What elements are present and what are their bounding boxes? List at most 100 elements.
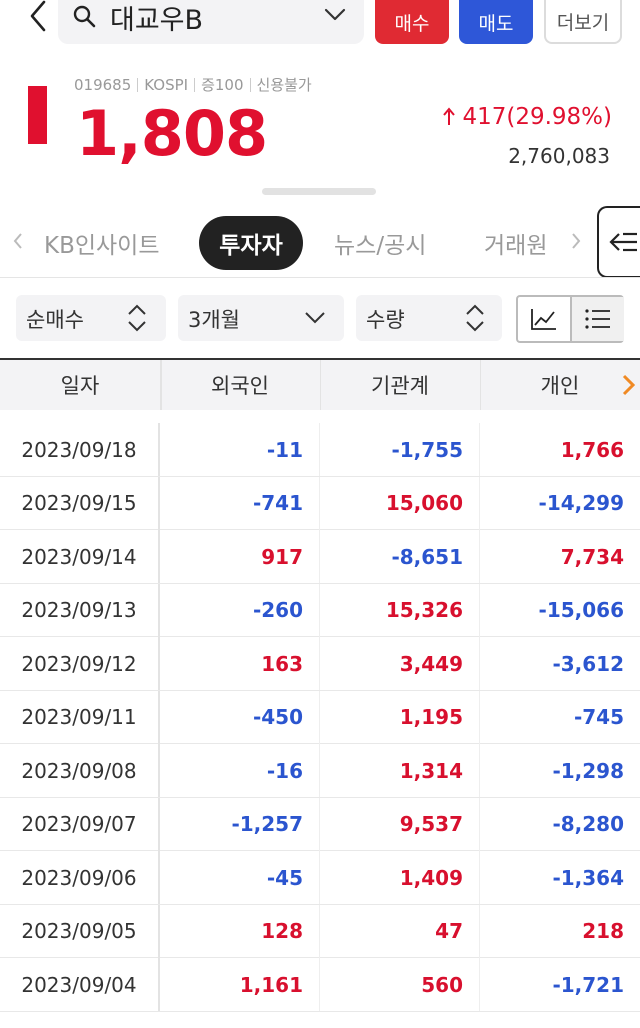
table-header: 일자 외국인 기관계 개인 xyxy=(0,360,640,410)
cell-date: 2023/09/11 xyxy=(0,690,160,744)
period-select[interactable]: 3개월 xyxy=(178,295,344,341)
table-row[interactable]: 2023/09/05 128 47 218 xyxy=(0,904,640,958)
cell-date: 2023/09/12 xyxy=(0,637,160,690)
list-view-button[interactable] xyxy=(570,297,624,341)
price-change-value: 417(29.98%) xyxy=(462,104,612,130)
chevron-right-icon[interactable] xyxy=(620,374,636,396)
sell-button[interactable]: 매도 xyxy=(459,0,533,44)
table-row[interactable]: 2023/09/04 1,161 560 -1,721 xyxy=(0,958,640,1012)
drag-handle[interactable] xyxy=(262,188,376,195)
cell-individual: 218 xyxy=(582,919,624,943)
cell-date: 2023/09/08 xyxy=(0,744,160,797)
chevron-left-small-icon[interactable] xyxy=(12,232,24,250)
search-icon xyxy=(73,5,96,28)
table-row[interactable]: 2023/09/06 -45 1,409 -1,364 xyxy=(0,851,640,905)
stock-code: 019685 xyxy=(74,75,132,94)
cell-date: 2023/09/15 xyxy=(0,476,160,530)
type-select[interactable]: 순매수 xyxy=(16,295,166,341)
table-row[interactable]: 2023/09/13 -260 15,326 -15,066 xyxy=(0,583,640,637)
stock-market: KOSPI xyxy=(144,75,189,94)
cell-foreign: -45 xyxy=(160,851,320,904)
divider xyxy=(0,277,640,278)
col-foreign: 외국인 xyxy=(160,360,321,410)
cell-foreign: -260 xyxy=(160,583,320,637)
collapse-menu-icon xyxy=(609,232,637,252)
stock-name: 대교우B xyxy=(110,5,204,36)
cell-date: 2023/09/06 xyxy=(0,851,160,904)
cell-institution: 1,195 xyxy=(320,690,480,744)
price-change: 417(29.98%) xyxy=(442,104,612,130)
cell-institution: 560 xyxy=(320,958,480,1011)
back-button[interactable] xyxy=(24,0,54,32)
tab-bar: KB인사이트 투자자 뉴스/공시 거래원 xyxy=(0,212,640,274)
tab-investor[interactable]: 투자자 xyxy=(199,216,303,270)
cell-foreign: 128 xyxy=(160,904,320,958)
cell-foreign: -11 xyxy=(160,423,320,476)
chevron-down-icon xyxy=(305,312,325,324)
cell-institution: -8,651 xyxy=(320,530,480,583)
cell-date: 2023/09/18 xyxy=(0,423,160,476)
cell-foreign: -450 xyxy=(160,690,320,744)
cell-foreign: 1,161 xyxy=(160,958,320,1011)
tab-kb-insight[interactable]: KB인사이트 xyxy=(44,226,160,260)
cell-individual: 7,734 xyxy=(560,544,624,569)
cell-date: 2023/09/05 xyxy=(0,904,160,958)
arrow-up-icon xyxy=(443,107,456,125)
col-date: 일자 xyxy=(0,360,162,410)
table-row[interactable]: 2023/09/11 -450 1,195 -745 xyxy=(0,690,640,744)
cell-individual: -15,066 xyxy=(538,598,624,622)
unit-select[interactable]: 수량 xyxy=(356,295,502,341)
list-icon xyxy=(585,309,610,329)
more-button[interactable]: 더보기 xyxy=(544,0,622,44)
cell-individual: -3,612 xyxy=(552,651,624,676)
cell-individual: -14,299 xyxy=(538,491,624,515)
cell-individual: -8,280 xyxy=(552,812,624,836)
cell-foreign: -1,257 xyxy=(160,797,320,851)
period-select-value: 3개월 xyxy=(188,308,241,332)
tab-broker[interactable]: 거래원 xyxy=(484,226,547,260)
stock-meta: 019685 KOSPI 증100 신용불가 xyxy=(74,74,312,95)
cell-date: 2023/09/13 xyxy=(0,583,160,637)
stock-margin: 증100 xyxy=(201,76,244,94)
col-individual-label: 개인 xyxy=(540,374,580,398)
chevron-down-icon xyxy=(324,8,346,21)
cell-date: 2023/09/04 xyxy=(0,958,160,1011)
type-select-value: 순매수 xyxy=(26,308,84,332)
current-price: 1,808 xyxy=(76,97,268,170)
cell-date: 2023/09/14 xyxy=(0,530,160,583)
cell-institution: 15,060 xyxy=(320,476,480,530)
updown-icon xyxy=(466,304,484,332)
stock-search-dropdown[interactable]: 대교우B xyxy=(58,0,364,44)
chevron-left-icon xyxy=(30,0,46,32)
table-row[interactable]: 2023/09/12 163 3,449 -3,612 xyxy=(0,637,640,691)
updown-icon xyxy=(128,304,146,332)
unit-select-value: 수량 xyxy=(366,308,405,332)
table-row[interactable]: 2023/09/08 -16 1,314 -1,298 xyxy=(0,744,640,798)
cell-individual: -1,721 xyxy=(552,972,624,997)
trade-volume: 2,760,083 xyxy=(508,144,610,168)
view-toggle xyxy=(516,295,624,343)
chevron-right-small-icon[interactable] xyxy=(570,232,582,250)
cell-institution: 1,314 xyxy=(320,744,480,797)
stock-credit: 신용불가 xyxy=(256,76,312,94)
buy-button[interactable]: 매수 xyxy=(375,0,449,44)
col-institution: 기관계 xyxy=(320,360,481,410)
price-indicator-bar xyxy=(28,86,47,144)
cell-foreign: -16 xyxy=(160,744,320,797)
tab-news[interactable]: 뉴스/공시 xyxy=(334,226,426,260)
chart-view-button[interactable] xyxy=(518,297,570,341)
cell-institution: -1,755 xyxy=(320,423,480,476)
cell-institution: 15,326 xyxy=(320,583,480,637)
cell-foreign: -741 xyxy=(160,476,320,530)
table-row[interactable]: 2023/09/15 -741 15,060 -14,299 xyxy=(0,476,640,530)
line-chart-icon xyxy=(531,309,556,330)
table-row[interactable]: 2023/09/18 -11 -1,755 1,766 xyxy=(0,423,640,477)
cell-individual: -1,298 xyxy=(552,758,624,783)
cell-individual: -745 xyxy=(573,705,624,729)
table-row[interactable]: 2023/09/07 -1,257 9,537 -8,280 xyxy=(0,797,640,851)
table-row[interactable]: 2023/09/14 917 -8,651 7,734 xyxy=(0,530,640,584)
cell-date: 2023/09/07 xyxy=(0,797,160,851)
side-menu-button[interactable] xyxy=(597,206,640,278)
cell-individual: -1,364 xyxy=(552,865,624,890)
cell-institution: 1,409 xyxy=(320,851,480,904)
